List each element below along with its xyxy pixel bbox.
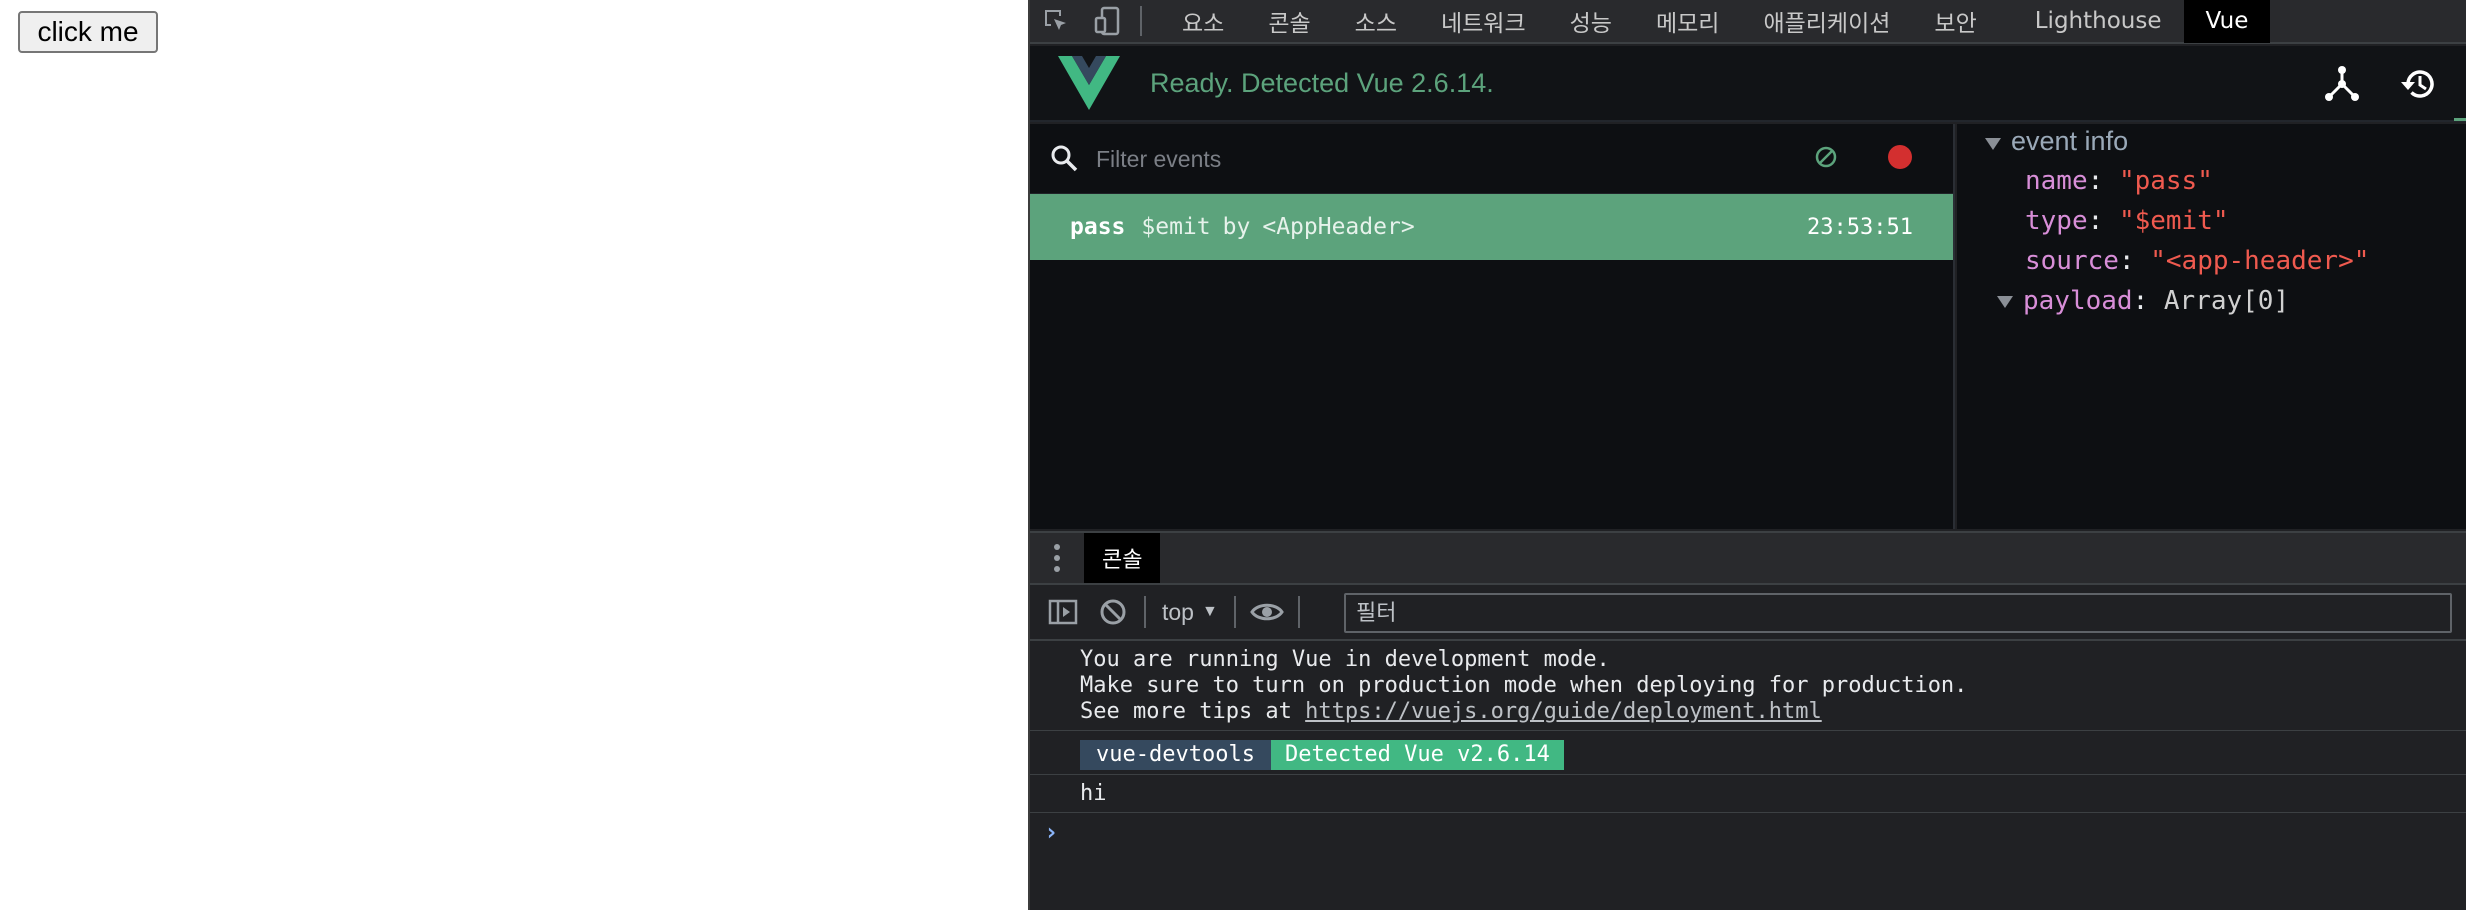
- console-filter-input[interactable]: [1344, 593, 2452, 633]
- event-name: pass: [1070, 214, 1126, 240]
- tab-elements[interactable]: 요소: [1160, 0, 1246, 43]
- tab-network[interactable]: 네트워크: [1419, 0, 1548, 43]
- log-line: See more tips at https://vuejs.org/guide…: [1030, 699, 2466, 725]
- vue-logo-icon: [1058, 56, 1120, 115]
- info-key: payload: [2023, 286, 2133, 316]
- tab-vue[interactable]: Vue: [2183, 0, 2271, 43]
- info-type-row: type: "$emit": [2025, 206, 2229, 236]
- info-key: source: [2025, 246, 2119, 276]
- toolbar-separator: [1144, 596, 1146, 628]
- tab-lighthouse[interactable]: Lighthouse: [2013, 0, 2184, 43]
- event-component: <AppHeader>: [1262, 214, 1415, 240]
- event-by: by: [1222, 214, 1251, 240]
- info-key: name: [2025, 166, 2088, 196]
- page-viewport: click me: [0, 0, 1028, 910]
- vue-devtools-header: Ready. Detected Vue 2.6.14.: [1030, 46, 2466, 122]
- log-line: You are running Vue in development mode.: [1080, 647, 1610, 672]
- info-value: Array[0]: [2163, 286, 2290, 316]
- click-me-button[interactable]: click me: [18, 11, 158, 53]
- show-sidebar-icon[interactable]: [1038, 584, 1088, 640]
- search-icon: [1050, 144, 1078, 177]
- vue-status-text: Ready. Detected Vue 2.6.14.: [1150, 68, 1494, 98]
- component-tree-icon[interactable]: [2320, 62, 2364, 106]
- info-value: "$emit": [2118, 206, 2229, 236]
- tab-performance[interactable]: 성능: [1548, 0, 1634, 43]
- more-options-icon[interactable]: [1030, 531, 1084, 585]
- collapse-triangle-icon[interactable]: [1985, 138, 2001, 150]
- event-info-panel: event info name: "pass" type: "$emit" so…: [1957, 124, 2466, 529]
- toolbar-separator: [1297, 596, 1300, 628]
- log-line: Make sure to turn on production mode whe…: [1080, 673, 1968, 698]
- deployment-guide-link[interactable]: https://vuejs.org/guide/deployment.html: [1305, 699, 1822, 724]
- log-line: hi: [1080, 781, 1107, 806]
- events-filter-bar: [1030, 124, 1953, 194]
- expand-triangle-icon[interactable]: [1997, 295, 2013, 308]
- console-prompt[interactable]: ›: [1044, 818, 1058, 846]
- info-value: "pass": [2118, 166, 2213, 196]
- event-type: $emit: [1141, 214, 1211, 240]
- device-toolbar-icon[interactable]: [1082, 0, 1134, 43]
- event-row[interactable]: pass $emit by <AppHeader> 23:53:51: [1030, 194, 1953, 260]
- tab-security[interactable]: 보안: [1912, 0, 1998, 43]
- console-log-vue-dev-mode: You are running Vue in development mode.…: [1030, 643, 2466, 731]
- console-log-devtools-detected: vue-devtools Detected Vue v2.6.14: [1030, 731, 2466, 775]
- info-name-row: name: "pass": [2025, 166, 2213, 196]
- events-panel: pass $emit by <AppHeader> 23:53:51: [1030, 124, 1955, 529]
- info-source-row: source: "<app-header>": [2025, 246, 2370, 276]
- record-events-button[interactable]: [1888, 145, 1912, 169]
- log-text: See more tips at: [1080, 699, 1306, 724]
- history-icon[interactable]: [2396, 62, 2440, 106]
- context-selector[interactable]: top ▼: [1152, 599, 1228, 626]
- clear-events-icon[interactable]: [1814, 145, 1838, 174]
- devtools-tabbar: 요소 콘솔 소스 네트워크 성능 메모리 애플리케이션 보안 Lighthous…: [1030, 0, 2466, 44]
- log-line: vue-devtools Detected Vue v2.6.14: [1030, 740, 2466, 770]
- tab-console[interactable]: 콘솔: [1246, 0, 1332, 43]
- info-key: type: [2025, 206, 2088, 236]
- event-time: 23:53:51: [1807, 214, 1913, 240]
- toolbar-separator: [1233, 596, 1236, 628]
- tab-sources[interactable]: 소스: [1333, 0, 1419, 43]
- tabbar-separator: [1140, 6, 1142, 36]
- info-value: "<app-header>": [2150, 246, 2370, 276]
- detected-vue-badge: Detected Vue v2.6.14: [1270, 740, 1564, 770]
- event-info-title: event info: [2011, 126, 2129, 156]
- context-value: top: [1162, 598, 1194, 625]
- console-toolbar: top ▼: [1030, 585, 2466, 641]
- chevron-down-icon: ▼: [1201, 603, 1218, 620]
- drawer-tab-console[interactable]: 콘솔: [1084, 533, 1161, 583]
- devtools-panel: 요소 콘솔 소스 네트워크 성능 메모리 애플리케이션 보안 Lighthous…: [1028, 0, 2466, 910]
- tab-memory[interactable]: 메모리: [1634, 0, 1741, 43]
- filter-events-input[interactable]: [1096, 140, 1696, 178]
- vue-devtools-badge: vue-devtools: [1080, 740, 1271, 770]
- console-log-hi: hi: [1030, 775, 2466, 813]
- inspect-element-icon[interactable]: [1030, 0, 1082, 43]
- clear-console-icon[interactable]: [1088, 584, 1138, 640]
- info-payload-row[interactable]: payload: Array[0]: [1997, 286, 2289, 316]
- drawer-tabbar: 콘솔: [1030, 531, 2466, 585]
- live-expression-eye-icon[interactable]: [1242, 584, 1292, 640]
- event-info-header[interactable]: event info: [1985, 126, 2128, 157]
- tab-application[interactable]: 애플리케이션: [1741, 0, 1912, 43]
- header-accent-line: [2454, 118, 2466, 121]
